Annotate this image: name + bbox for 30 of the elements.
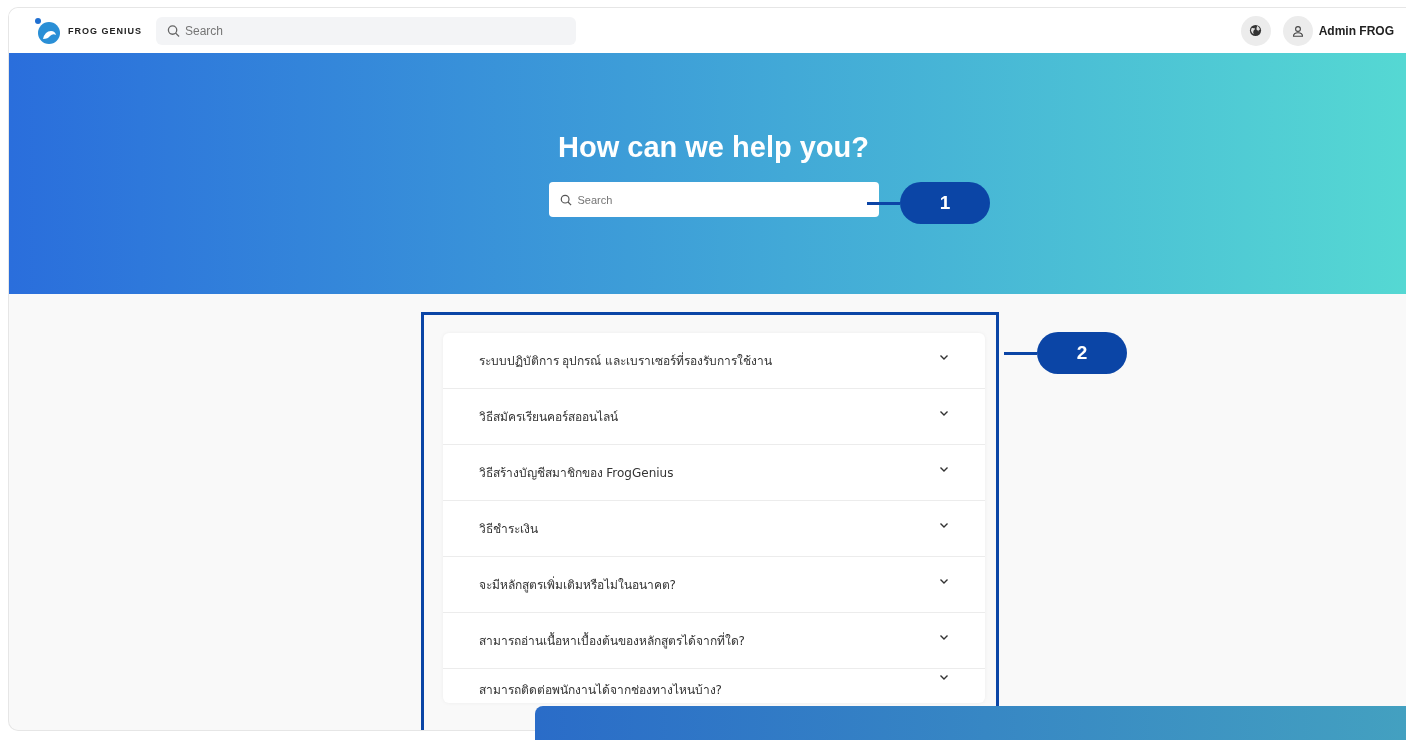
logo-text: FROG GENIUS (68, 25, 142, 36)
user-avatar-button[interactable] (1282, 15, 1313, 46)
help-search-field[interactable]: Search (548, 182, 879, 217)
faq-question: วิธีชำระเงิน (478, 521, 538, 538)
faq-question: จะมีหลักสูตรเพิ่มเติมหรือไม่ในอนาคต? (478, 575, 676, 594)
frog-logo-icon (34, 16, 62, 45)
user-name[interactable]: Admin FROG (1318, 23, 1394, 38)
faq-question: ระบบปฏิบัติการ อุปกรณ์ และเบราเซอร์ที่รองรับการใช้งาน (478, 351, 773, 370)
search-icon (167, 24, 180, 37)
faq-item[interactable]: วิธีสร้างบัญชีสมาชิกของ FrogGenius (442, 445, 985, 501)
faq-item[interactable]: จะมีหลักสูตรเพิ่มเติมหรือไม่ในอนาคต? (442, 557, 985, 613)
search-field[interactable]: Search (156, 16, 576, 45)
hero-title: How can we help you? (558, 131, 869, 164)
faq-item[interactable]: วิธีชำระเงิน (442, 501, 985, 557)
faq-item[interactable]: ระบบปฏิบัติการ อุปกรณ์ และเบราเซอร์ที่รองรับการใช้งาน (442, 333, 985, 389)
faq-item[interactable]: สามารถติดต่อพนักงานได้จากช่องทางไหนบ้าง? (442, 669, 985, 703)
search-icon (559, 193, 572, 206)
globe-icon (1249, 24, 1263, 37)
leader-line (1004, 351, 1037, 355)
faq-question: วิธีสร้างบัญชีสมาชิกของ FrogGenius (478, 465, 674, 482)
faq-item[interactable]: วิธีสมัครเรียนคอร์สออนไลน์ (442, 389, 985, 445)
leader-line (867, 201, 900, 205)
faq-item[interactable]: สามารถอ่านเนื้อหาเบื้องต้นของหลักสูตรได้จากที่ใด? (442, 613, 985, 669)
faq-question: สามารถอ่านเนื้อหาเบื้องต้นของหลักสูตรได้จากที่ใด? (478, 631, 745, 650)
callout-badge: 2 (1037, 332, 1127, 374)
callout-badge: 1 (900, 182, 990, 224)
faq-question: สามารถติดต่อพนักงานได้จากช่องทางไหนบ้าง? (478, 682, 722, 699)
faq-question: วิธีสมัครเรียนคอร์สออนไลน์ (478, 409, 618, 426)
person-icon (1291, 24, 1304, 37)
language-button[interactable] (1240, 15, 1271, 46)
